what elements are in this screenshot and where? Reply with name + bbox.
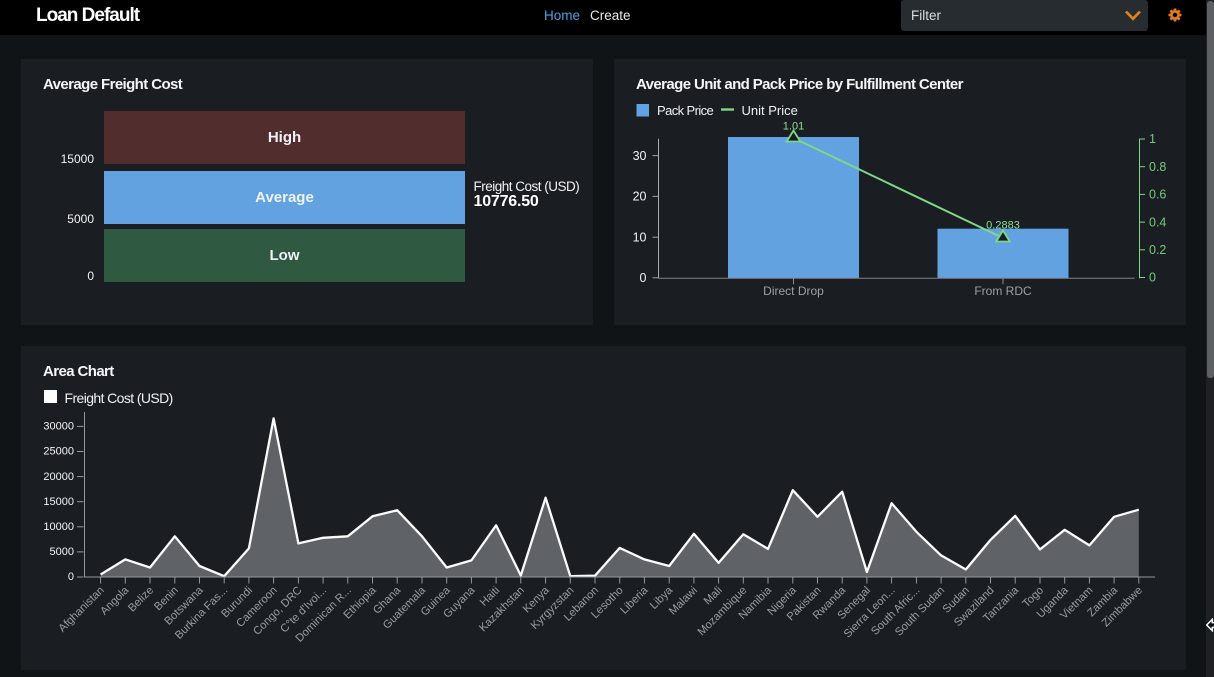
- svg-text:Belize: Belize: [126, 584, 156, 614]
- svg-text:0: 0: [1149, 271, 1156, 285]
- svg-text:20: 20: [633, 190, 647, 204]
- svg-text:Kazakhstan: Kazakhstan: [477, 584, 527, 634]
- svg-text:20000: 20000: [43, 471, 74, 483]
- svg-text:From RDC: From RDC: [974, 284, 1032, 298]
- svg-text:0: 0: [68, 571, 74, 583]
- svg-text:0.2: 0.2: [1149, 243, 1166, 257]
- svg-text:Direct Drop: Direct Drop: [763, 284, 824, 298]
- svg-text:Angola: Angola: [98, 584, 132, 618]
- svg-text:10: 10: [633, 230, 647, 244]
- svg-text:Unit Price: Unit Price: [742, 103, 798, 118]
- svg-text:Liberia: Liberia: [618, 584, 651, 617]
- svg-text:Malawi: Malawi: [667, 584, 700, 617]
- svg-text:25000: 25000: [43, 446, 74, 458]
- svg-text:0: 0: [640, 271, 647, 285]
- svg-text:30000: 30000: [43, 421, 74, 433]
- svg-text:10000: 10000: [43, 521, 74, 533]
- svg-text:5000: 5000: [50, 546, 74, 558]
- svg-text:30: 30: [633, 149, 647, 163]
- svg-text:Pack Price: Pack Price: [657, 103, 714, 118]
- svg-text:1: 1: [1149, 132, 1156, 146]
- svg-text:0.8: 0.8: [1149, 160, 1166, 174]
- svg-text:0.6: 0.6: [1149, 188, 1166, 202]
- svg-text:0.2883: 0.2883: [986, 220, 1020, 232]
- svg-text:0.4: 0.4: [1149, 215, 1166, 229]
- svg-text:1.01: 1.01: [783, 121, 804, 133]
- svg-text:15000: 15000: [43, 496, 74, 508]
